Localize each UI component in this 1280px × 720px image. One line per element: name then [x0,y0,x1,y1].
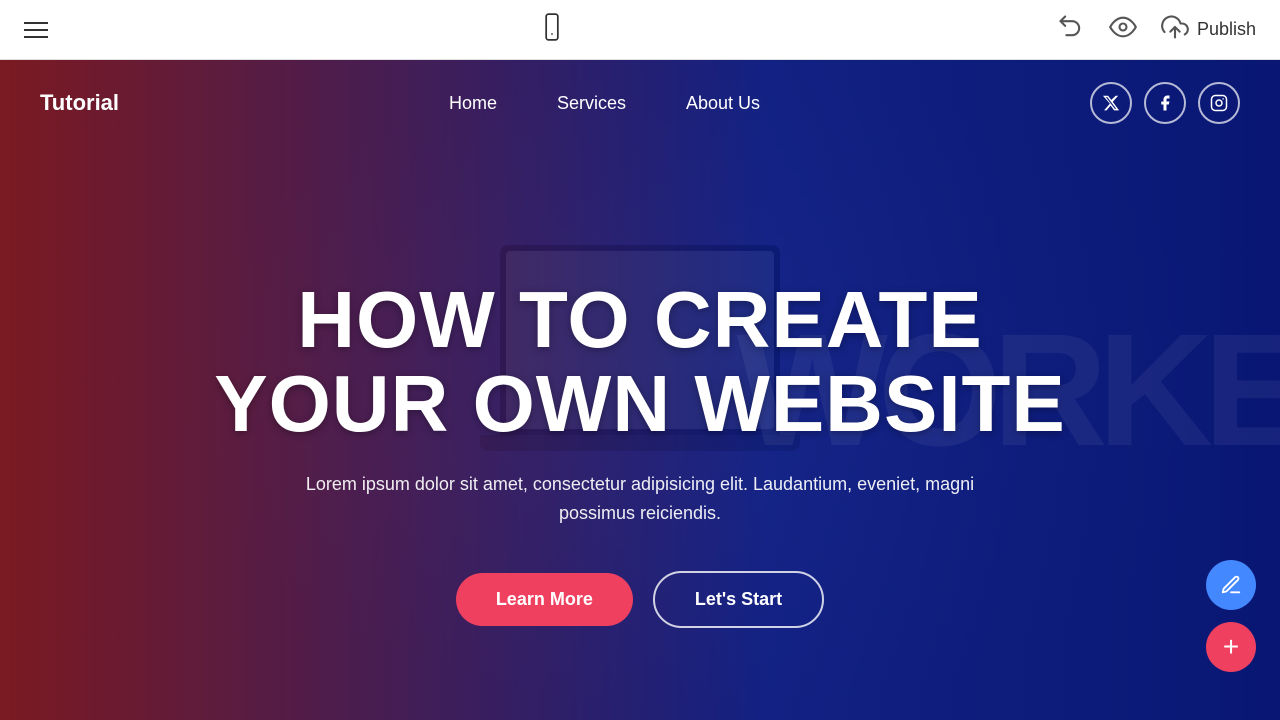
top-bar: Publish [0,0,1280,60]
preview-icon[interactable] [1109,13,1137,46]
hero-title-line2: YOUR OWN WEBSITE [214,359,1066,448]
site-nav: Tutorial Home Services About Us [0,60,1280,146]
hero-subtitle: Lorem ipsum dolor sit amet, consectetur … [290,470,990,528]
top-bar-right: Publish [1057,13,1256,46]
fab-pen-button[interactable] [1206,560,1256,610]
top-bar-center [538,13,566,46]
hero-content: HOW TO CREATE YOUR OWN WEBSITE Lorem ips… [194,146,1086,720]
nav-about[interactable]: About Us [686,93,760,114]
learn-more-button[interactable]: Learn More [456,573,633,626]
nav-services[interactable]: Services [557,93,626,114]
publish-cloud-icon [1161,13,1189,46]
phone-icon[interactable] [538,13,566,46]
facebook-icon[interactable] [1144,82,1186,124]
twitter-icon[interactable] [1090,82,1132,124]
fab-plus-button[interactable]: + [1206,622,1256,672]
publish-label: Publish [1197,19,1256,40]
nav-home[interactable]: Home [449,93,497,114]
canvas: WORKE Tutorial Home Services About Us [0,60,1280,720]
instagram-icon[interactable] [1198,82,1240,124]
lets-start-button[interactable]: Let's Start [653,571,824,628]
hero-title-line1: HOW TO CREATE [297,275,983,364]
publish-button[interactable]: Publish [1161,13,1256,46]
hero-section: WORKE Tutorial Home Services About Us [0,60,1280,720]
undo-icon[interactable] [1057,13,1085,46]
hero-title: HOW TO CREATE YOUR OWN WEBSITE [214,278,1066,446]
hero-buttons: Learn More Let's Start [456,571,824,628]
hamburger-icon[interactable] [24,22,48,38]
social-icons [1090,82,1240,124]
top-bar-left [24,22,48,38]
site-logo: Tutorial [40,90,119,116]
nav-links: Home Services About Us [449,93,760,114]
